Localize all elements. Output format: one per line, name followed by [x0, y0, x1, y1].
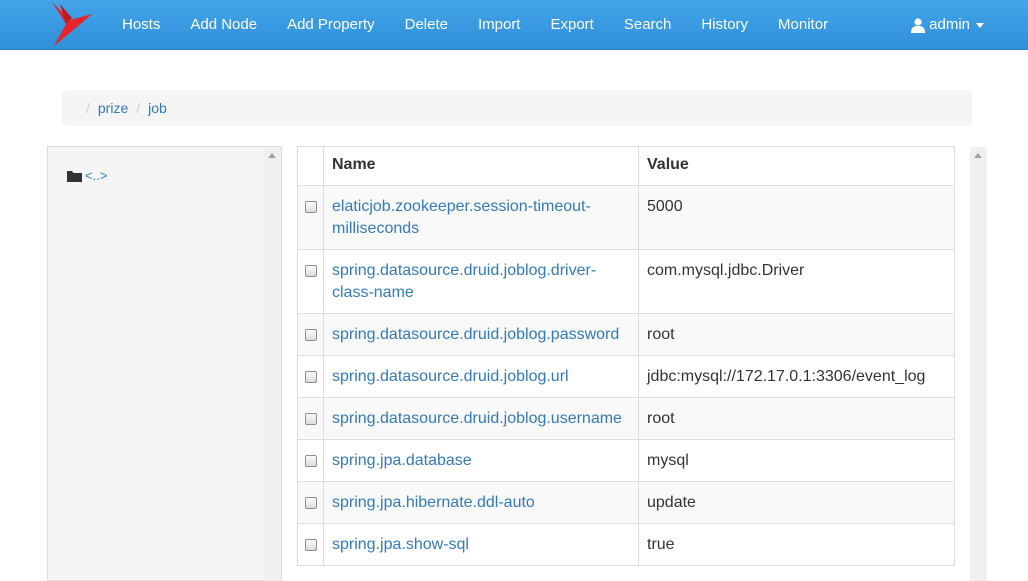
bird-logo-icon[interactable]: [48, 0, 94, 48]
tree-item-label[interactable]: <..>: [85, 168, 107, 183]
row-checkbox[interactable]: [304, 497, 317, 509]
scroll-up-icon[interactable]: [974, 153, 982, 158]
name-cell: spring.datasource.druid.joblog.password: [323, 313, 639, 356]
row-checkbox[interactable]: [304, 371, 317, 383]
row-checkbox[interactable]: [304, 201, 317, 213]
table-row: spring.jpa.show-sql true: [297, 523, 955, 566]
name-cell: spring.datasource.druid.joblog.driver-cl…: [323, 249, 639, 314]
property-value: root: [638, 313, 955, 356]
property-value: com.mysql.jdbc.Driver: [638, 249, 955, 314]
main-scrollbar[interactable]: [970, 147, 987, 581]
tree-scrollbar[interactable]: [264, 147, 281, 581]
table-row: elaticjob.zookeeper.session-timeout-mill…: [297, 185, 955, 250]
user-name: admin: [929, 16, 970, 33]
select-cell: [297, 185, 324, 250]
select-cell: [297, 313, 324, 356]
row-checkbox[interactable]: [304, 539, 317, 551]
node-tree-panel: <..>: [47, 146, 282, 581]
properties-table: Name Value elaticjob.zookeeper.session-t…: [297, 146, 955, 566]
folder-icon: [67, 170, 82, 182]
name-cell: elaticjob.zookeeper.session-timeout-mill…: [323, 185, 639, 250]
row-checkbox[interactable]: [304, 413, 317, 425]
select-cell: [297, 481, 324, 524]
user-menu[interactable]: admin: [911, 0, 984, 50]
table-row: spring.datasource.druid.joblog.password r…: [297, 313, 955, 356]
nav-item-import[interactable]: Import: [463, 0, 536, 50]
scroll-up-icon[interactable]: [268, 153, 276, 158]
name-cell: spring.datasource.druid.joblog.username: [323, 397, 639, 440]
top-navbar: Hosts Add Node Add Property Delete Import Exp…: [0, 0, 1028, 50]
tree-item-parent[interactable]: <..>: [67, 168, 107, 183]
property-value: root: [638, 397, 955, 440]
select-cell: [297, 355, 324, 398]
property-value: mysql: [638, 439, 955, 482]
table-row: spring.jpa.database mysql: [297, 439, 955, 482]
nav-menu: Hosts Add Node Add Property Delete Import Exp…: [107, 0, 843, 50]
property-name-link[interactable]: spring.datasource.druid.joblog.username: [332, 410, 622, 427]
select-cell: [297, 439, 324, 482]
row-checkbox[interactable]: [304, 329, 317, 341]
nav-item-hosts[interactable]: Hosts: [107, 0, 175, 50]
table-row: spring.datasource.druid.joblog.username r…: [297, 397, 955, 440]
name-cell: spring.datasource.druid.joblog.url: [323, 355, 639, 398]
row-checkbox[interactable]: [304, 455, 317, 467]
nav-item-search[interactable]: Search: [609, 0, 687, 50]
table-row: spring.datasource.druid.joblog.driver-cl…: [297, 249, 955, 314]
breadcrumb-separator: /: [136, 100, 141, 116]
nav-item-history[interactable]: History: [686, 0, 763, 50]
property-value: update: [638, 481, 955, 524]
chevron-down-icon: [976, 22, 984, 28]
user-icon: [911, 17, 926, 33]
property-value: true: [638, 523, 955, 566]
breadcrumb-separator: /: [86, 100, 90, 116]
select-cell: [297, 249, 324, 314]
property-value: 5000: [638, 185, 955, 250]
property-name-link[interactable]: spring.datasource.druid.joblog.password: [332, 326, 619, 343]
name-cell: spring.jpa.hibernate.ddl-auto: [323, 481, 639, 524]
breadcrumb-item-job[interactable]: job: [148, 100, 167, 116]
nav-item-export[interactable]: Export: [535, 0, 608, 50]
property-name-link[interactable]: spring.jpa.database: [332, 452, 472, 469]
name-cell: spring.jpa.show-sql: [323, 523, 639, 566]
breadcrumb-item-prize[interactable]: prize: [98, 100, 128, 116]
property-name-link[interactable]: spring.jpa.show-sql: [332, 536, 469, 553]
property-name-link[interactable]: elaticjob.zookeeper.session-timeout-mill…: [332, 198, 591, 237]
property-name-link[interactable]: spring.datasource.druid.joblog.url: [332, 368, 569, 385]
name-cell: spring.jpa.database: [323, 439, 639, 482]
breadcrumb: / prize / job: [62, 90, 972, 126]
select-cell: [297, 397, 324, 440]
nav-item-monitor[interactable]: Monitor: [763, 0, 843, 50]
value-column-header: Value: [638, 146, 955, 186]
table-header-row: Name Value: [297, 146, 955, 186]
property-value: jdbc:mysql://172.17.0.1:3306/event_log: [638, 355, 955, 398]
nav-item-delete[interactable]: Delete: [390, 0, 463, 50]
nav-item-add-property[interactable]: Add Property: [272, 0, 390, 50]
select-column-header: [297, 146, 324, 186]
nav-item-add-node[interactable]: Add Node: [175, 0, 272, 50]
property-name-link[interactable]: spring.datasource.druid.joblog.driver-cl…: [332, 262, 596, 301]
table-row: spring.jpa.hibernate.ddl-auto update: [297, 481, 955, 524]
property-name-link[interactable]: spring.jpa.hibernate.ddl-auto: [332, 494, 535, 511]
select-cell: [297, 523, 324, 566]
name-column-header: Name: [323, 146, 639, 186]
table-row: spring.datasource.druid.joblog.url jdbc:m…: [297, 355, 955, 398]
row-checkbox[interactable]: [304, 265, 317, 277]
